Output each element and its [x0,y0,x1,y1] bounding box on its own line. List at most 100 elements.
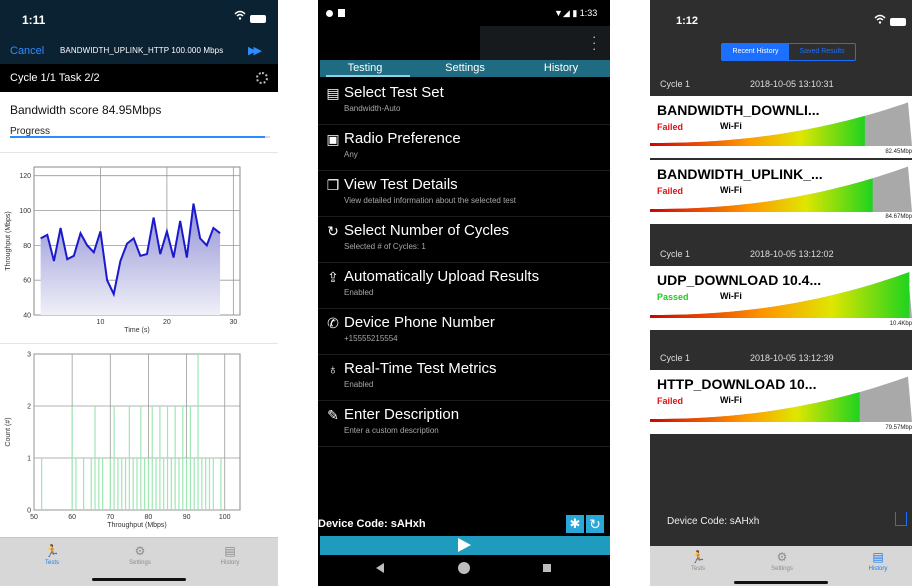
tab-strip: Testing Settings History [320,60,610,77]
tab-settings[interactable]: ⚙ Settings [110,544,170,566]
segment-recent-history[interactable]: Recent History [722,44,789,60]
menu-item-enter-description[interactable]: ✎ Enter Description Enter a custom descr… [318,401,610,447]
refresh-button[interactable]: ↻ [586,515,604,533]
divider [0,343,278,344]
menu-item-title: Automatically Upload Results [344,268,540,285]
upload-icon: ⇪ [327,269,339,285]
tab-history[interactable]: ▤ History [200,544,260,566]
home-icon[interactable] [458,562,470,574]
menu-item-title: Enter Description [344,406,460,423]
menu-item-select-cycles[interactable]: ↻ Select Number of Cycles Selected # of … [318,217,610,263]
menu-item-view-test-details[interactable]: ❐ View Test Details View detailed inform… [318,171,610,217]
result-status: Failed [657,396,684,406]
start-test-button[interactable] [320,536,610,555]
y-axis-label: Throughput (Mbps) [5,211,12,271]
x-tick-label: 80 [145,514,153,521]
details-icon: ❐ [326,177,340,193]
tab-history[interactable]: ▤ History [848,550,908,572]
action-bar: · · · [318,26,610,60]
recents-icon[interactable] [543,564,551,572]
cancel-button[interactable]: Cancel [10,45,44,57]
result-value: 10.4Kbp [889,321,912,327]
tab-label: Settings [129,560,151,566]
back-icon[interactable] [376,563,384,573]
x-tick-label: 10 [97,319,105,326]
tab-settings[interactable]: ⚙ Settings [752,550,812,572]
test-name: BANDWIDTH_UPLINK_... [657,166,823,182]
spinner-icon [256,72,268,84]
edit-icon: ✎ [327,407,339,423]
y-tick-label: 100 [19,208,31,215]
status-right: ▼◢ ▮ 1:33 [554,8,598,18]
histogram-chart: 50 60 70 80 90 100 0 1 2 3 Throughput (Mbps) Count … [5,352,241,529]
history-item[interactable]: BANDWIDTH_DOWNLI... Failed Wi-Fi 82.45Mb… [650,96,912,158]
menu-item-title: Real-Time Test Metrics [344,360,497,377]
status-time: 1:12 [676,15,699,27]
test-name: UDP_DOWNLOAD 10.4... [657,272,822,288]
history-segmented-control: Recent History Saved Results [721,43,856,61]
home-indicator [734,581,828,584]
fast-forward-icon[interactable]: ▶▶ [248,44,262,57]
cycle-date: 2018-10-05 13:10:31 [750,79,834,89]
network-type: Wi-Fi [720,395,742,405]
menu-item-select-test-set[interactable]: ▤ Select Test Set Bandwidth-Auto [318,79,610,125]
refresh-icon: ↻ [589,516,601,532]
share-icon[interactable] [895,512,907,526]
x-tick-label: 20 [163,319,171,326]
menu-item-title: View Test Details [344,176,458,193]
android-settings-screen: ▼◢ ▮ 1:33 · · · Testing Settings History ▤… [318,0,610,586]
history-item[interactable]: HTTP_DOWNLOAD 10... Failed Wi-Fi 79.57Mb… [650,370,912,434]
task-label: Cycle 1/1 Task 2/2 [10,72,100,84]
wifi-icon [874,14,886,24]
menu-item-subtitle: Enabled [344,288,374,297]
history-item[interactable]: UDP_DOWNLOAD 10.4... Passed Wi-Fi 10.4Kb… [650,266,912,330]
menu-item-radio-preference[interactable]: ▣ Radio Preference Any [318,125,610,171]
notification-icon [326,10,333,17]
result-value: 79.57Mbp [885,425,912,431]
x-tick-label: 90 [183,514,191,521]
play-icon [458,538,471,552]
settings-gear-button[interactable]: ✱ [566,515,584,533]
gauge-fill [650,178,873,212]
android-nav-bar [318,555,610,586]
tab-label: Tests [44,560,59,566]
tab-tests[interactable]: 🏃 Tests [22,544,82,566]
tab-settings[interactable]: Settings [420,62,510,74]
x-tick-label: 30 [229,319,237,326]
bandwidth-score: Bandwidth score 84.95Mbps [10,103,162,117]
test-progress-screen: 1:11 Cancel BANDWIDTH_UPLINK_HTTP 100.00… [0,0,278,586]
y-tick-label: 0 [27,508,31,515]
cycle-date: 2018-10-05 13:12:39 [750,353,834,363]
action-bar-panel [480,26,610,60]
menu-item-realtime-metrics[interactable]: ♁ Real-Time Test Metrics Enabled [318,355,610,401]
menu-item-device-phone[interactable]: ✆ Device Phone Number +15555215554 [318,309,610,355]
menu-item-subtitle: +15555215554 [344,334,398,343]
menu-item-auto-upload[interactable]: ⇪ Automatically Upload Results Enabled [318,263,610,309]
overflow-menu-icon[interactable]: · · · [592,30,596,55]
menu-item-title: Device Phone Number [344,314,495,331]
x-tick-label: 60 [68,514,76,521]
history-item[interactable]: BANDWIDTH_UPLINK_... Failed Wi-Fi 84.67M… [650,160,912,224]
test-set-icon: ▤ [326,85,340,101]
tab-testing[interactable]: Testing [320,62,410,74]
cycle-label: Cycle 1 [660,353,691,363]
x-tick-label: 70 [106,514,114,521]
tab-history[interactable]: History [516,62,606,74]
tab-tests[interactable]: 🏃 Tests [668,550,728,572]
menu-item-title: Select Number of Cycles [344,222,510,239]
y-tick-label: 80 [23,243,31,250]
y-tick-label: 120 [19,173,31,180]
menu-item-subtitle: Enter a custom description [344,426,439,435]
menu-item-subtitle: Selected # of Cycles: 1 [344,242,426,251]
status-bar: 1:11 [0,0,278,38]
cycle-header: Cycle 1 2018-10-05 13:12:02 [650,242,912,266]
y-tick-label: 1 [27,456,31,463]
tab-bar: 🏃 Tests ⚙ Settings ▤ History [650,546,912,586]
phone-icon: ✆ [327,315,339,331]
tab-label: History [868,566,888,572]
segment-saved-results[interactable]: Saved Results [789,44,855,60]
progress-fill [10,136,265,138]
result-status: Passed [657,292,689,302]
status-bar: ▼◢ ▮ 1:33 [318,0,610,26]
lightbulb-icon: ♁ [327,361,339,377]
